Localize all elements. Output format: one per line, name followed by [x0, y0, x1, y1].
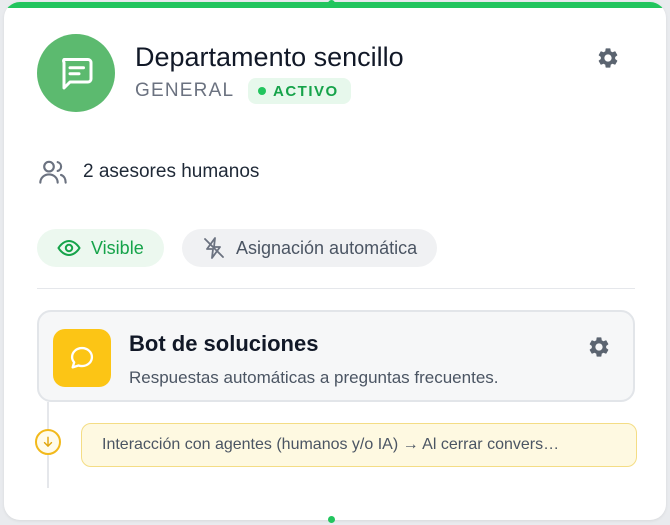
auto-assign-toggle-chip[interactable]: Asignación automática [182, 229, 438, 267]
bot-description: Respuestas automáticas a preguntas frecu… [129, 368, 499, 387]
bottom-connection-handle[interactable] [328, 516, 335, 523]
status-dot-icon [258, 87, 266, 95]
advisors-label: 2 asesores humanos [83, 161, 260, 182]
eye-icon [57, 239, 81, 257]
department-card: Departamento sencillo GENERAL ACTIVO 2 a… [4, 2, 666, 520]
status-badge: ACTIVO [248, 78, 351, 104]
auto-assign-off-icon [204, 237, 224, 259]
visible-toggle-chip[interactable]: Visible [37, 229, 164, 267]
top-connection-handle[interactable] [328, 0, 335, 7]
flow-transition-text: Interacción con agentes (humanos y/o IA)… [102, 436, 560, 453]
bot-settings-gear-icon[interactable] [587, 335, 611, 359]
department-settings-gear-icon[interactable] [596, 46, 620, 70]
bot-card[interactable]: Bot de soluciones Respuestas automáticas… [37, 310, 635, 402]
arrow-down-icon [43, 436, 53, 447]
chat-message-icon [62, 58, 93, 90]
speech-bubble-icon [70, 346, 94, 369]
section-divider [37, 288, 635, 289]
status-text: ACTIVO [273, 82, 339, 100]
bot-avatar [53, 329, 111, 387]
department-title: Departamento sencillo [135, 42, 404, 72]
auto-assign-chip-label: Asignación automática [236, 237, 418, 258]
department-category: GENERAL [135, 80, 235, 101]
active-status-bar [4, 2, 666, 8]
bot-title: Bot de soluciones [129, 331, 319, 356]
users-icon [39, 160, 67, 184]
flow-transition-pill[interactable]: Interacción con agentes (humanos y/o IA)… [81, 423, 637, 467]
flow-marker [35, 429, 61, 455]
advisors-summary: 2 asesores humanos [37, 156, 259, 188]
department-avatar [37, 34, 115, 112]
visible-chip-label: Visible [91, 237, 144, 258]
